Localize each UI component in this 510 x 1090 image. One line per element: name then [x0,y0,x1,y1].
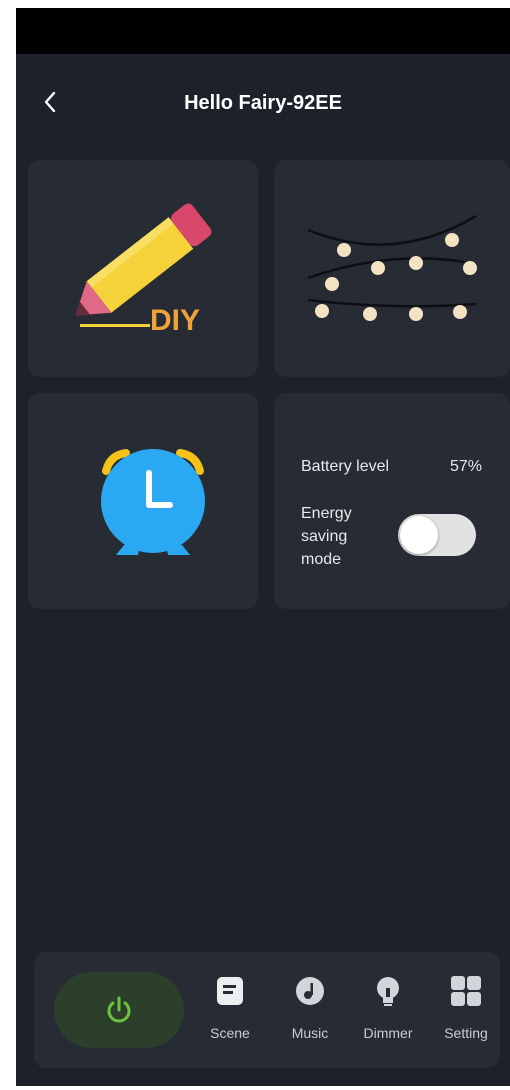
nav-setting[interactable]: Setting [435,974,497,1048]
string-lights-card[interactable] [274,160,510,377]
bulb-icon [377,977,399,1006]
bottom-control-bar: Scene Music Dimmer Setting [34,952,500,1068]
status-bar [16,8,510,54]
nav-music[interactable]: Music [279,974,341,1048]
nav-dimmer-label: Dimmer [363,1025,413,1041]
nav-setting-label: Setting [444,1025,488,1041]
phone-screen: Hello Fairy-92EE DIY Battery level 57% E… [16,8,510,1086]
energy-saving-label: Energy saving mode [301,505,352,568]
energy-saving-toggle[interactable] [398,514,476,556]
string-lights-icon [307,214,477,321]
battery-card: Battery level 57% Energy saving mode [274,393,510,609]
power-icon [107,996,131,1023]
nav-scene[interactable]: Scene [199,974,261,1048]
battery-level-label: Battery level [301,458,390,475]
diy-label: DIY [150,304,200,337]
pencil-icon: DIY [75,203,212,337]
diy-card[interactable]: DIY [28,160,258,377]
music-icon [296,977,324,1005]
page-title: Hello Fairy-92EE [184,92,342,114]
nav-dimmer[interactable]: Dimmer [357,974,419,1048]
alarm-clock-icon [101,449,205,555]
grid-icon [451,976,481,1006]
toggle-knob [400,516,438,554]
timer-card[interactable] [28,393,258,609]
nav-scene-label: Scene [210,1025,250,1041]
scene-icon [217,977,243,1005]
power-button[interactable] [54,972,184,1048]
header: Hello Fairy-92EE [16,54,510,154]
nav-music-label: Music [291,1025,329,1041]
battery-level-value: 57% [449,458,482,475]
